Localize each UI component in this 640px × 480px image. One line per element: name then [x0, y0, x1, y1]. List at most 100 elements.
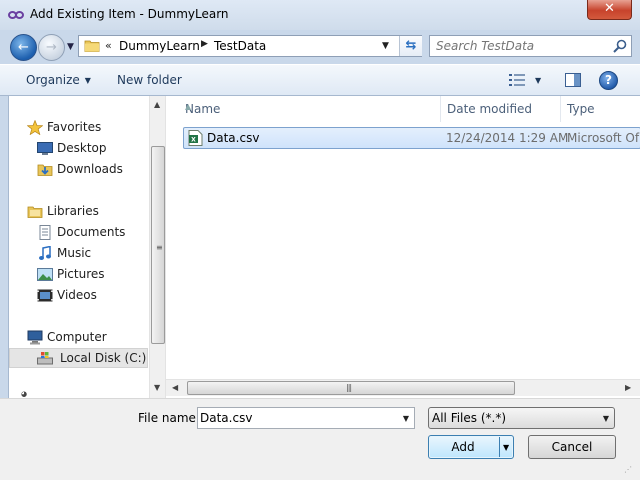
- forward-button[interactable]: →: [38, 34, 65, 61]
- documents-icon: [39, 225, 51, 240]
- nav-item-label: Documents: [57, 225, 126, 239]
- add-options-dropdown-icon[interactable]: ▼: [503, 443, 509, 452]
- dialog-footer: File name: ▼ All Files (*.*) ▼ Add ▼ Can…: [0, 398, 640, 480]
- breadcrumb-overflow-button[interactable]: «: [105, 39, 112, 52]
- nav-item-documents[interactable]: Documents: [37, 223, 147, 243]
- back-button[interactable]: ←: [10, 34, 37, 61]
- nav-item-label: Local Disk (C:): [60, 351, 147, 365]
- search-box: [429, 35, 632, 57]
- column-header-label: Type: [567, 102, 595, 116]
- title-bar: Add Existing Item - DummyLearn ✕: [0, 0, 640, 30]
- navigation-bar: ← → ▼ « DummyLearn ▶ TestData ▼ ⇆: [0, 30, 640, 64]
- organize-label: Organize: [26, 73, 80, 87]
- nav-item-label: Computer: [47, 330, 107, 344]
- add-button-label: Add: [451, 440, 475, 454]
- command-toolbar: Organize ▼ New folder ▼ ?: [0, 64, 640, 96]
- refresh-icon: ⇆: [405, 38, 417, 53]
- videos-icon: [37, 289, 53, 302]
- nav-item-label: Downloads: [57, 162, 123, 176]
- table-row[interactable]: X Data.csv 12/24/2014 1:29 AM Microsoft …: [183, 127, 640, 149]
- navigation-pane-scrollbar[interactable]: ▲ ≡ ▼: [149, 96, 166, 398]
- nav-item-music[interactable]: Music: [37, 244, 147, 264]
- desktop-icon: [37, 142, 53, 155]
- local-disk-icon: [37, 352, 53, 365]
- nav-item-label: Desktop: [57, 141, 107, 155]
- change-view-icon[interactable]: [509, 74, 525, 86]
- nav-item-computer[interactable]: Computer: [27, 328, 147, 348]
- scroll-grip-icon: |||: [346, 383, 352, 392]
- file-list-pane: Name ▲ Date modified Type X Data.csv 12/…: [165, 96, 640, 398]
- nav-item-local-disk[interactable]: Local Disk (C:): [9, 348, 148, 368]
- nav-item-pictures[interactable]: Pictures: [37, 265, 147, 285]
- downloads-icon: [37, 164, 53, 176]
- organize-dropdown-icon: ▼: [84, 76, 91, 85]
- navigation-pane: Favorites Desktop Downloads Libraries Do…: [8, 96, 166, 398]
- split-divider: [499, 437, 500, 457]
- scrollbar-thumb[interactable]: |||: [187, 381, 515, 395]
- column-header-name[interactable]: Name ▲: [179, 96, 441, 122]
- breadcrumb-separator-icon[interactable]: ▶: [201, 39, 208, 49]
- address-bar[interactable]: « DummyLearn ▶ TestData ▼ ⇆: [78, 35, 422, 57]
- preview-pane-icon[interactable]: [565, 73, 581, 87]
- column-header-date-modified[interactable]: Date modified: [441, 96, 561, 122]
- nav-item-favorites[interactable]: Favorites: [27, 118, 147, 138]
- pictures-icon: [37, 268, 53, 281]
- music-icon: [39, 246, 51, 260]
- close-button[interactable]: ✕: [587, 0, 632, 20]
- add-button[interactable]: Add ▼: [428, 435, 514, 459]
- back-arrow-icon: ←: [18, 40, 29, 55]
- file-name-input[interactable]: [200, 409, 390, 427]
- address-dropdown-icon[interactable]: ▼: [382, 41, 389, 51]
- computer-icon: [27, 330, 43, 345]
- column-header-label: Date modified: [447, 102, 533, 116]
- file-name-cell: Data.csv: [207, 131, 260, 145]
- scroll-up-icon[interactable]: ▲: [154, 100, 160, 109]
- new-folder-button[interactable]: New folder: [117, 73, 182, 87]
- view-options-dropdown-icon[interactable]: ▼: [535, 76, 541, 85]
- scroll-left-icon[interactable]: ◀: [172, 383, 178, 392]
- horizontal-scrollbar[interactable]: ◀ ||| ▶: [166, 379, 640, 396]
- nav-item-desktop[interactable]: Desktop: [37, 139, 147, 159]
- libraries-icon: [27, 206, 43, 218]
- svg-text:X: X: [191, 137, 196, 144]
- breadcrumb-testdata[interactable]: TestData: [214, 39, 266, 53]
- nav-item-label: Pictures: [57, 267, 105, 281]
- scrollbar-thumb[interactable]: ≡: [151, 146, 165, 344]
- refresh-button[interactable]: ⇆: [399, 36, 422, 56]
- resize-grip-icon[interactable]: ⋰: [624, 465, 632, 474]
- csv-file-icon: X: [188, 130, 203, 146]
- breadcrumb-dummylearn[interactable]: DummyLearn: [119, 39, 200, 53]
- folder-icon: [84, 40, 100, 52]
- file-type-value: All Files (*.*): [432, 411, 507, 425]
- nav-item-downloads[interactable]: Downloads: [37, 160, 147, 180]
- help-icon[interactable]: ?: [599, 71, 618, 90]
- recent-pages-icon[interactable]: ▼: [67, 42, 74, 52]
- sort-ascending-icon: ▲: [185, 102, 192, 111]
- file-type-select[interactable]: All Files (*.*) ▼: [428, 407, 615, 429]
- nav-item-libraries[interactable]: Libraries: [27, 202, 147, 222]
- forward-arrow-icon: →: [46, 40, 57, 55]
- scroll-grip-icon: ≡: [156, 243, 163, 252]
- column-header-type[interactable]: Type: [561, 96, 640, 122]
- date-modified-cell: 12/24/2014 1:29 AM: [446, 131, 569, 145]
- type-cell: Microsoft Of: [567, 131, 640, 145]
- window-title: Add Existing Item - DummyLearn: [30, 7, 229, 21]
- search-icon[interactable]: [612, 39, 628, 53]
- nav-item-videos[interactable]: Videos: [37, 286, 147, 306]
- organize-button[interactable]: Organize ▼: [26, 73, 91, 87]
- nav-item-label: Libraries: [47, 204, 99, 218]
- file-type-dropdown-icon: ▼: [602, 414, 609, 423]
- scroll-down-icon[interactable]: ▼: [154, 383, 160, 392]
- file-name-label: File name:: [138, 411, 200, 425]
- network-item-partial: ◕: [21, 390, 28, 398]
- search-input[interactable]: [432, 37, 608, 55]
- close-icon: ✕: [604, 1, 615, 16]
- nav-item-label: Music: [57, 246, 92, 260]
- file-name-combobox: ▼: [197, 407, 415, 429]
- nav-item-label: Videos: [57, 288, 97, 302]
- app-icon: [8, 11, 24, 19]
- nav-item-label: Favorites: [47, 120, 102, 134]
- file-name-dropdown-icon[interactable]: ▼: [403, 414, 409, 423]
- cancel-button[interactable]: Cancel: [528, 435, 616, 459]
- scroll-right-icon[interactable]: ▶: [625, 383, 631, 392]
